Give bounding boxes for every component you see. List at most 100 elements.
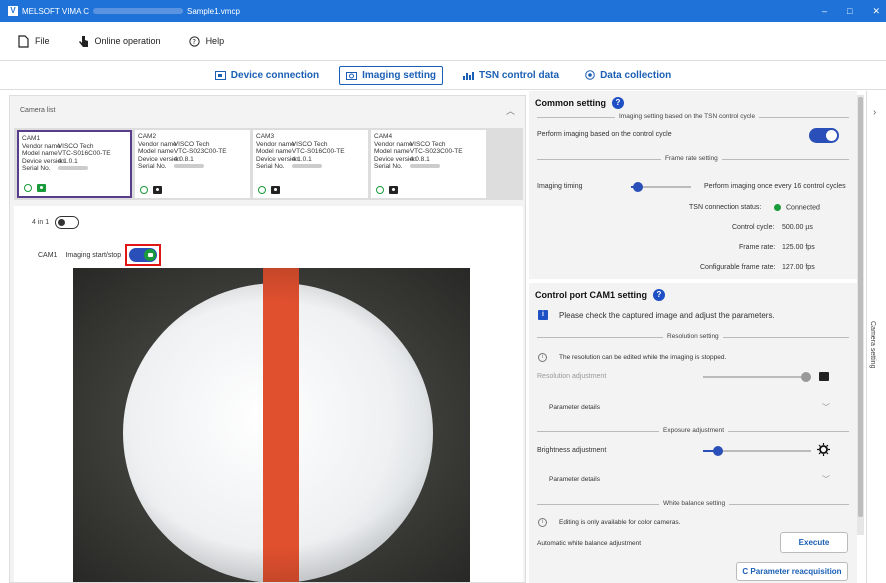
device-connection-icon bbox=[214, 70, 226, 80]
help-icon[interactable]: ? bbox=[612, 97, 624, 109]
help-circle-icon: ? bbox=[188, 35, 200, 47]
menu-file[interactable]: File bbox=[18, 34, 50, 48]
tab-data-collection[interactable]: Data collection bbox=[579, 67, 677, 84]
refresh-icon: C bbox=[742, 567, 749, 576]
minimize-button[interactable]: – bbox=[822, 6, 827, 16]
resolution-slider bbox=[703, 372, 811, 382]
settings-scrollbar[interactable] bbox=[857, 95, 864, 535]
tab-device-connection[interactable]: Device connection bbox=[209, 67, 325, 84]
help-icon[interactable]: ? bbox=[653, 289, 665, 301]
info-circle-icon: i bbox=[538, 518, 547, 527]
camera-card-cam2[interactable]: CAM2 Vendor name VISCO Tech Model name V… bbox=[135, 130, 250, 198]
model-value: VTC-S023C00-TE bbox=[409, 148, 463, 155]
control-cycle-label: Control cycle: bbox=[732, 224, 775, 231]
imaging-start-stop-toggle[interactable] bbox=[129, 248, 158, 262]
vendor-label: Vendor name bbox=[138, 140, 177, 148]
device-version-label: Device version bbox=[22, 157, 65, 165]
redacted-serial bbox=[173, 164, 204, 169]
device-version-label: Device version bbox=[256, 155, 299, 163]
device-version-value: 4.0.8.1 bbox=[409, 155, 430, 163]
configurable-frame-rate-label: Configurable frame rate: bbox=[700, 264, 776, 271]
camera-card-cam4[interactable]: CAM4 Vendor name VISCO Tech Model name V… bbox=[371, 130, 486, 198]
control-port-title: Control port CAM1 setting ? bbox=[535, 289, 665, 301]
brightness-label: Brightness adjustment bbox=[537, 447, 607, 454]
redacted-path bbox=[92, 8, 183, 14]
tab-imaging-setting[interactable]: Imaging setting bbox=[339, 65, 444, 85]
brightness-slider[interactable] bbox=[703, 446, 811, 456]
slider-thumb[interactable] bbox=[632, 182, 643, 192]
camera-name: CAM4 bbox=[374, 133, 393, 140]
redacted-serial bbox=[291, 164, 322, 169]
serial-label: Serial No. bbox=[22, 165, 51, 172]
parameter-details-1[interactable]: Parameter details bbox=[549, 404, 600, 411]
model-value: VTC-S023C00-TE bbox=[173, 148, 227, 155]
camera-panel: Camera list ︿ CAM1 Vendor name VISCO Tec… bbox=[9, 95, 526, 583]
model-label: Model name bbox=[138, 148, 174, 155]
device-version-value: 4.0.8.1 bbox=[173, 155, 194, 163]
camera-setting-side-tab[interactable]: › Camera setting bbox=[866, 91, 886, 583]
section-separator bbox=[529, 279, 857, 283]
title-bar: V MELSOFT VIMA C Sample1.vmcp – □ ✕ bbox=[0, 0, 886, 22]
tab-label: Device connection bbox=[230, 69, 320, 81]
execute-button[interactable]: Execute bbox=[780, 532, 848, 553]
chevron-down-icon[interactable]: ﹀ bbox=[822, 474, 830, 485]
info-message: Please check the captured image and adju… bbox=[559, 311, 775, 320]
parameter-reacquisition-button[interactable]: C Parameter reacquisition bbox=[736, 562, 848, 581]
close-button[interactable]: ✕ bbox=[872, 6, 880, 17]
four-in-one-label: 4 in 1 bbox=[32, 219, 50, 226]
connected-dot-icon bbox=[774, 204, 781, 211]
tab-tsn-control-data[interactable]: TSN control data bbox=[457, 67, 565, 84]
collapse-chevron-icon[interactable]: ︿ bbox=[506, 104, 515, 117]
cam-label: CAM1 bbox=[38, 251, 58, 259]
imaging-timing-slider[interactable] bbox=[631, 182, 691, 192]
status-ring-icon bbox=[24, 184, 32, 192]
model-label: Model name bbox=[256, 148, 292, 155]
imaging-control-row: CAM1 Imaging start/stop bbox=[38, 244, 162, 266]
menu-online-operation[interactable]: Online operation bbox=[78, 35, 161, 48]
image-icon bbox=[819, 372, 829, 381]
camera-on-icon bbox=[37, 184, 46, 192]
scrollbar-thumb[interactable] bbox=[858, 97, 863, 517]
imaging-start-stop-label: Imaging start/stop bbox=[65, 251, 122, 259]
serial-label: Serial No. bbox=[374, 163, 403, 170]
maximize-button[interactable]: □ bbox=[847, 6, 852, 16]
menu-help[interactable]: ? Help bbox=[188, 35, 224, 48]
camera-off-icon bbox=[389, 186, 398, 194]
highlight-box bbox=[125, 244, 162, 266]
chevron-down-icon[interactable]: ﹀ bbox=[822, 402, 830, 413]
window-title-file: Sample1.vmcp bbox=[186, 6, 240, 16]
svg-text:?: ? bbox=[192, 38, 196, 46]
file-icon bbox=[18, 34, 29, 48]
slider-thumb[interactable] bbox=[712, 446, 723, 456]
white-balance-divider: White balance setting bbox=[537, 500, 849, 507]
resolution-divider-label: Resolution setting bbox=[663, 333, 723, 340]
camera-off-icon bbox=[153, 186, 162, 194]
camera-card-cam3[interactable]: CAM3 Vendor name VISCO Tech Model name V… bbox=[253, 130, 368, 198]
vendor-value: VISCO Tech bbox=[173, 140, 210, 148]
frame-rate-divider-label: Frame rate setting bbox=[661, 155, 722, 162]
camera-name: CAM2 bbox=[138, 133, 157, 140]
status-ring-icon bbox=[376, 186, 384, 194]
perform-imaging-toggle[interactable] bbox=[809, 128, 839, 143]
camera-on-icon bbox=[144, 249, 157, 261]
chevron-right-icon[interactable]: › bbox=[873, 107, 876, 118]
info-circle-icon: i bbox=[538, 353, 547, 362]
bar-chart-icon bbox=[463, 71, 475, 80]
menu-bar: File Online operation ? Help bbox=[0, 22, 886, 60]
tab-label: Imaging setting bbox=[362, 69, 437, 81]
camera-cards: CAM1 Vendor name VISCO Tech Model name V… bbox=[14, 128, 523, 200]
parameter-details-2[interactable]: Parameter details bbox=[549, 476, 600, 483]
model-label: Model name bbox=[374, 148, 410, 155]
redacted-serial bbox=[57, 166, 88, 171]
perform-imaging-label: Perform imaging based on the control cyc… bbox=[537, 131, 672, 138]
tsn-divider: Imaging setting based on the TSN control… bbox=[537, 113, 849, 120]
tsn-status-value: Connected bbox=[786, 204, 820, 212]
camera-image bbox=[73, 268, 470, 582]
device-version-value: 4.1.0.1 bbox=[291, 155, 312, 163]
app-logo-icon: V bbox=[8, 6, 18, 16]
configurable-frame-rate-value: 127.00 fps bbox=[782, 264, 815, 271]
four-in-one-toggle[interactable] bbox=[55, 216, 80, 229]
status-ring-icon bbox=[258, 186, 266, 194]
camera-card-cam1[interactable]: CAM1 Vendor name VISCO Tech Model name V… bbox=[17, 130, 132, 198]
device-version-label: Device version bbox=[374, 155, 417, 163]
